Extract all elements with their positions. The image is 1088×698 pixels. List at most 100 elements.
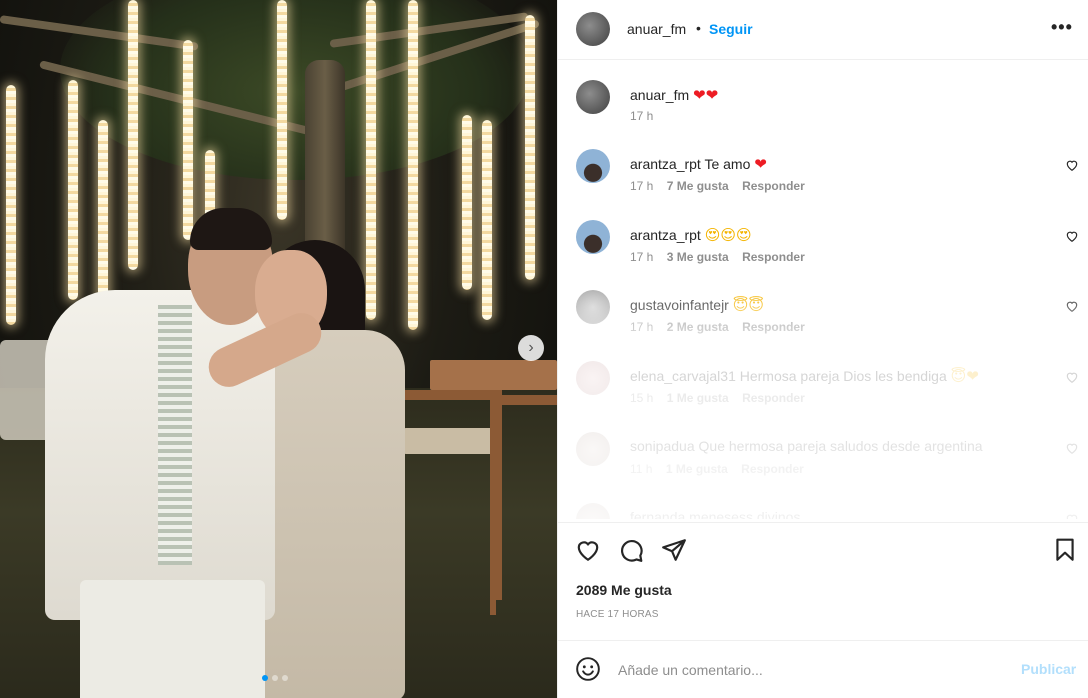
chevron-right-icon: › [528,339,534,356]
post-photo[interactable]: › [0,0,557,698]
likes-count[interactable]: 2089 Me gusta [576,582,672,598]
heart-outline-icon[interactable] [1065,370,1079,384]
reply-button[interactable]: Responder [742,179,805,193]
comment-time[interactable]: 11 h [630,462,652,476]
comments-list[interactable]: anuar_fm ❤❤ 17 h arantza_rpt Te amo ❤ 17… [558,61,1088,519]
carousel-dot-active [262,675,268,681]
commenter-avatar[interactable] [576,149,610,183]
comment-meta: 17 h 7 Me gusta Responder [630,179,813,193]
string-lights [482,120,492,320]
instagram-post: › anuar_fm • Seguir ••• anuar_fm ❤❤ 17 h… [0,0,1088,698]
heart-icon[interactable] [575,537,601,563]
reply-button[interactable]: Responder [742,391,805,405]
carousel-next-button[interactable]: › [518,335,544,361]
comment-text: divinos [756,509,801,519]
man-hair [190,208,272,250]
author-avatar[interactable] [576,80,610,114]
commenter-avatar[interactable] [576,290,610,324]
comment-likes[interactable]: 7 Me gusta [667,179,729,193]
author-avatar[interactable] [576,12,610,46]
man-pants [80,580,265,698]
comment-emoji: 😇❤ [950,368,979,385]
commenter-avatar[interactable] [576,220,610,254]
carousel-dot [282,675,288,681]
heart-outline-icon[interactable] [1065,512,1079,519]
comment-line: fernanda.menesess divinos [630,509,800,519]
comment-time[interactable]: 15 h [630,391,653,405]
comment-emoji: ❤ [754,156,767,173]
comment-meta: 17 h 2 Me gusta Responder [630,320,813,334]
comment-input[interactable] [618,659,998,681]
heart-outline-icon[interactable] [1065,158,1079,172]
comment-likes[interactable]: 1 Me gusta [667,391,729,405]
heart-outline-icon[interactable] [1065,441,1079,455]
string-lights [128,0,138,270]
comment-time[interactable]: 17 h [630,179,653,193]
caption-line: anuar_fm ❤❤ [630,86,718,104]
caption-meta: 17 h [630,109,661,123]
string-lights [525,15,535,280]
comment-username[interactable]: arantza_rpt [630,227,701,243]
author-username[interactable]: anuar_fm [627,21,686,37]
string-lights [98,120,108,300]
comment-username[interactable]: arantza_rpt [630,156,701,172]
caption-time[interactable]: 17 h [630,109,653,123]
reply-button[interactable]: Responder [742,250,805,264]
publish-button[interactable]: Publicar [1021,661,1076,677]
string-lights [408,0,418,330]
comment-line: elena_carvajal31 Hermosa pareja Dios les… [630,367,979,385]
more-horizontal-icon[interactable]: ••• [1051,17,1073,38]
commenter-avatar[interactable] [576,361,610,395]
share-icon[interactable] [661,537,687,563]
heart-outline-icon[interactable] [1065,229,1079,243]
string-lights [277,0,287,220]
comment-text: Que hermosa pareja saludos desde argenti… [698,438,983,454]
comment-line: arantza_rpt Te amo ❤ [630,155,767,173]
comment-emoji: 😇😇 [732,297,765,314]
comment-line: arantza_rpt 😍😍😍 [630,226,752,244]
comment-likes[interactable]: 2 Me gusta [667,320,729,334]
comment-meta: 17 h 3 Me gusta Responder [630,250,813,264]
post-timestamp[interactable]: HACE 17 HORAS [576,609,659,620]
post-side-panel: anuar_fm • Seguir ••• anuar_fm ❤❤ 17 h a… [557,0,1088,698]
shirt-embroidery [158,305,192,565]
comment-time[interactable]: 17 h [630,250,653,264]
comment-username[interactable]: fernanda.menesess [630,509,753,519]
comment-username[interactable]: elena_carvajal31 [630,368,736,384]
caption-emoji: ❤❤ [693,87,719,104]
comment-text: Hermosa pareja Dios les bendiga [739,368,947,384]
string-lights [6,85,16,325]
carousel-dot [272,675,278,681]
follow-button[interactable]: Seguir [709,21,753,37]
reply-button[interactable]: Responder [742,320,805,334]
wooden-chair [490,395,557,615]
comment-meta: 15 h 1 Me gusta Responder [630,391,813,405]
comment-icon[interactable] [618,537,644,563]
wooden-chair [392,390,502,600]
string-lights [462,115,472,290]
emoji-icon[interactable] [575,656,601,682]
wooden-table [430,360,557,390]
string-lights [68,80,78,300]
commenter-avatar[interactable] [576,432,610,466]
reply-button[interactable]: Responder [741,462,804,476]
heart-outline-icon[interactable] [1065,299,1079,313]
comment-likes[interactable]: 1 Me gusta [666,462,728,476]
comment-line: sonipadua Que hermosa pareja saludos des… [630,438,983,454]
comment-time[interactable]: 17 h [630,320,653,334]
header-separator: • [696,20,701,36]
comment-composer: Publicar [558,640,1088,698]
comment-text: Te amo [704,156,751,172]
comment-emoji: 😍😍😍 [704,227,752,244]
commenter-avatar[interactable] [576,503,610,519]
comment-username[interactable]: gustavoinfantejr [630,297,729,313]
comment-username[interactable]: sonipadua [630,438,695,454]
string-lights [183,40,193,240]
action-bar [558,522,1088,578]
woman-dress [255,330,405,698]
comment-line: gustavoinfantejr 😇😇 [630,296,764,314]
chair-cushion [402,428,494,454]
comment-likes[interactable]: 3 Me gusta [667,250,729,264]
caption-username[interactable]: anuar_fm [630,87,689,103]
bookmark-icon[interactable] [1052,537,1078,563]
